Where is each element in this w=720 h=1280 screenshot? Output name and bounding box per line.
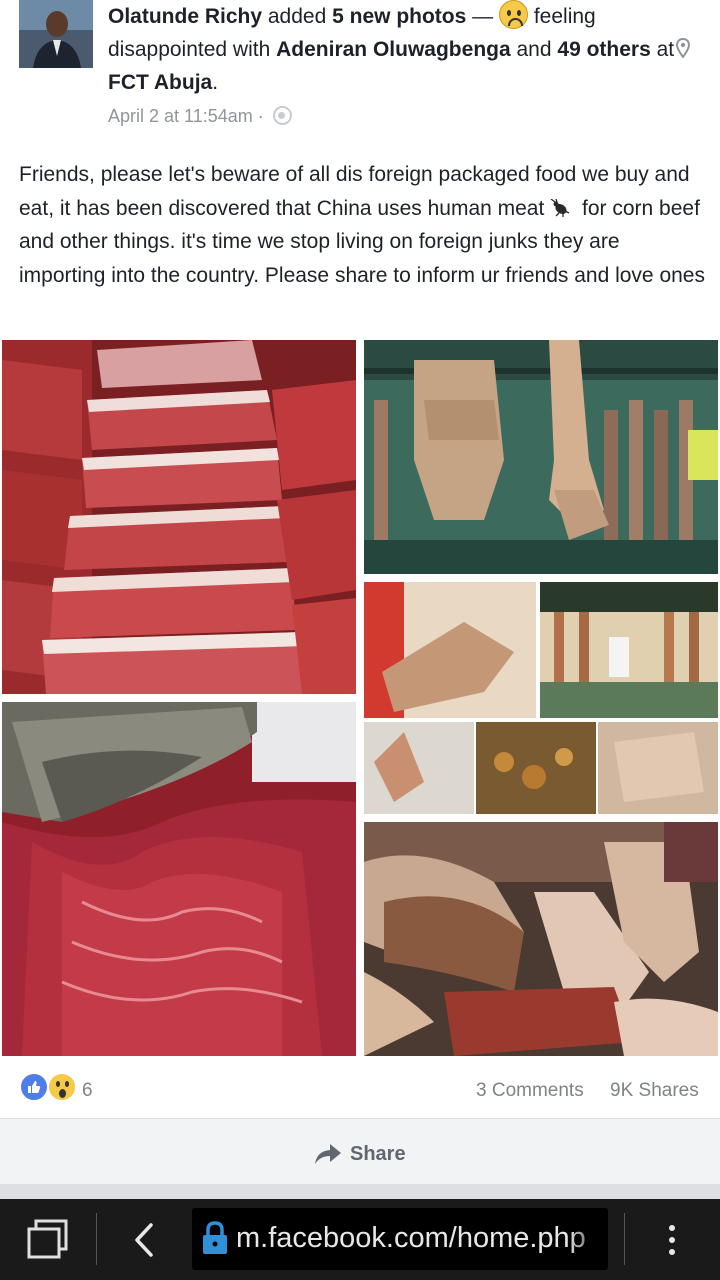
share-button[interactable]: Share [314, 1139, 406, 1169]
tagged-person-link[interactable]: Adeniran Oluwagbenga [276, 38, 511, 61]
shares-link[interactable]: 9K Shares [610, 1080, 699, 1102]
comments-link[interactable]: 3 Comments [476, 1080, 584, 1102]
globe-icon [272, 106, 292, 125]
wow-icon[interactable] [47, 1072, 77, 1102]
like-icon[interactable] [19, 1072, 49, 1102]
photo-collage-market[interactable] [364, 582, 718, 814]
photo-steaks[interactable] [2, 340, 356, 694]
timestamp-text: April 2 at 11:54am · [108, 106, 264, 126]
share-arrow-icon [315, 1144, 341, 1164]
more-options-icon[interactable] [664, 1223, 680, 1257]
author-name[interactable]: Olatunde Richy [108, 5, 262, 28]
post-headline: Olatunde Richy added 5 new photos — feel… [108, 0, 708, 99]
browser-toolbar: m.facebook.com/home.php [0, 1199, 720, 1280]
others-link[interactable]: 49 others [557, 38, 650, 61]
lock-icon [203, 1221, 227, 1254]
post-text: Friends, please let's beware of all dis … [19, 158, 709, 292]
photo-hanging-carcasses[interactable] [364, 340, 718, 574]
sad-face-icon [499, 0, 528, 29]
url-text: m.facebook.com/home.php [236, 1222, 586, 1254]
back-icon[interactable] [132, 1223, 158, 1257]
period: . [212, 71, 219, 94]
photo-grid [0, 338, 720, 1058]
post-header: Olatunde Richy added 5 new photos — feel… [0, 0, 720, 145]
at-text: at [656, 38, 675, 61]
post-timestamp[interactable]: April 2 at 11:54am · [108, 106, 292, 127]
action-text: added [267, 5, 327, 28]
location-link[interactable]: FCT Abuja [108, 71, 212, 94]
tabs-icon[interactable] [26, 1219, 70, 1261]
address-bar[interactable]: m.facebook.com/home.php [192, 1208, 608, 1270]
author-avatar[interactable] [19, 0, 93, 68]
photo-body-parts[interactable] [364, 822, 718, 1056]
url-fade [568, 1208, 608, 1270]
reaction-count[interactable]: 6 [82, 1080, 93, 1102]
and-text: and [516, 38, 552, 61]
photo-minced-meat[interactable] [2, 702, 356, 1056]
reactions-bar: 6 3 Comments 9K Shares [0, 1066, 720, 1118]
toolbar-divider [96, 1213, 97, 1265]
dash-separator: — [472, 5, 494, 28]
photo-count-link[interactable]: 5 new photos [332, 5, 466, 28]
action-bar: Share [0, 1118, 720, 1184]
section-divider [0, 1184, 720, 1199]
location-pin-icon [676, 38, 691, 58]
cockroach-icon [550, 198, 570, 217]
share-label: Share [350, 1142, 406, 1165]
toolbar-divider [624, 1213, 625, 1265]
